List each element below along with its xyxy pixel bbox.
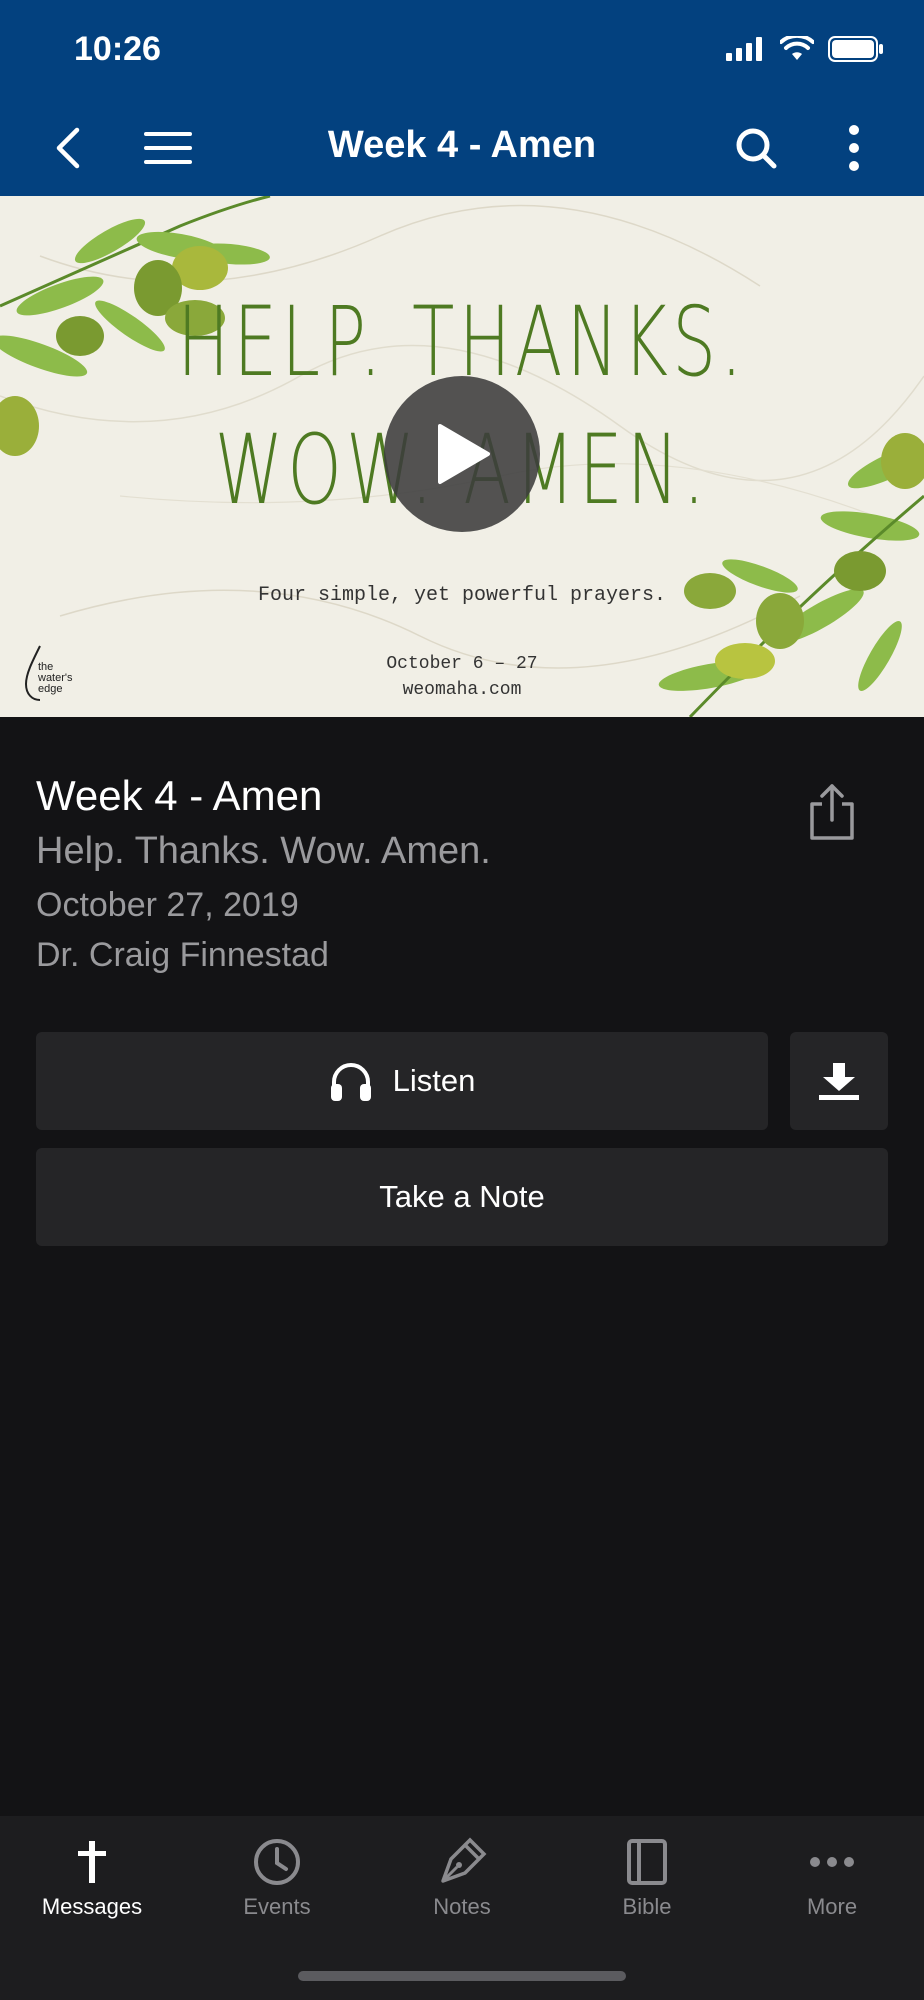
play-icon [438,424,490,484]
tab-events-label: Events [243,1894,311,1919]
message-speaker: Dr. Craig Finnestad [36,936,329,974]
share-icon [810,784,854,840]
headphones-icon [330,1063,371,1101]
search-button[interactable] [728,122,784,174]
app-bar: Week 4 - Amen [0,100,924,196]
listen-label: Listen [392,1063,476,1098]
pen-icon [441,1837,487,1883]
play-video-button[interactable] [384,376,540,532]
artwork-website: weomaha.com [402,680,522,700]
book-icon [627,1839,667,1885]
tab-more[interactable]: More [740,1816,924,1936]
tab-more-label: More [806,1894,858,1919]
artwork-dates: October 6 – 27 [386,654,538,674]
tab-bible-label: Bible [622,1894,672,1919]
page-title: Week 4 - Amen [327,124,597,166]
take-note-label: Take a Note [379,1179,545,1214]
home-indicator[interactable] [298,1971,626,1981]
sermon-artwork: HELP. THANKS. WOW. AMEN. Four simple, ye… [0,196,924,717]
clock-icon [254,1839,300,1885]
tab-messages[interactable]: Messages [0,1816,184,1936]
take-note-button[interactable]: Take a Note [36,1148,888,1246]
download-button[interactable] [790,1032,888,1130]
tab-bible[interactable]: Bible [555,1816,739,1936]
tab-notes-label: Notes [433,1894,491,1919]
status-bar: 10:26 [0,0,924,100]
listen-button[interactable]: Listen [36,1032,768,1130]
more-vertical-icon [849,125,859,171]
logo-text: the water's edge [38,661,73,695]
status-time: 10:26 [74,30,161,68]
tab-events[interactable]: Events [185,1816,369,1936]
cross-icon [78,1841,106,1883]
status-icons [726,36,884,62]
tab-messages-label: Messages [41,1894,143,1919]
download-icon [819,1063,859,1100]
tab-notes[interactable]: Notes [370,1816,554,1936]
share-button[interactable] [806,782,858,842]
artwork-tagline: Four simple, yet powerful prayers. [257,584,667,607]
battery-icon [828,36,883,62]
more-options-button[interactable] [830,122,878,174]
message-title: Week 4 - Amen [36,772,323,819]
search-icon [736,128,777,169]
message-series: Help. Thanks. Wow. Amen. [36,830,491,872]
cellular-signal-icon [726,37,762,61]
message-date: October 27, 2019 [36,886,299,924]
more-horizontal-icon [810,1857,854,1867]
wifi-icon [780,36,814,60]
